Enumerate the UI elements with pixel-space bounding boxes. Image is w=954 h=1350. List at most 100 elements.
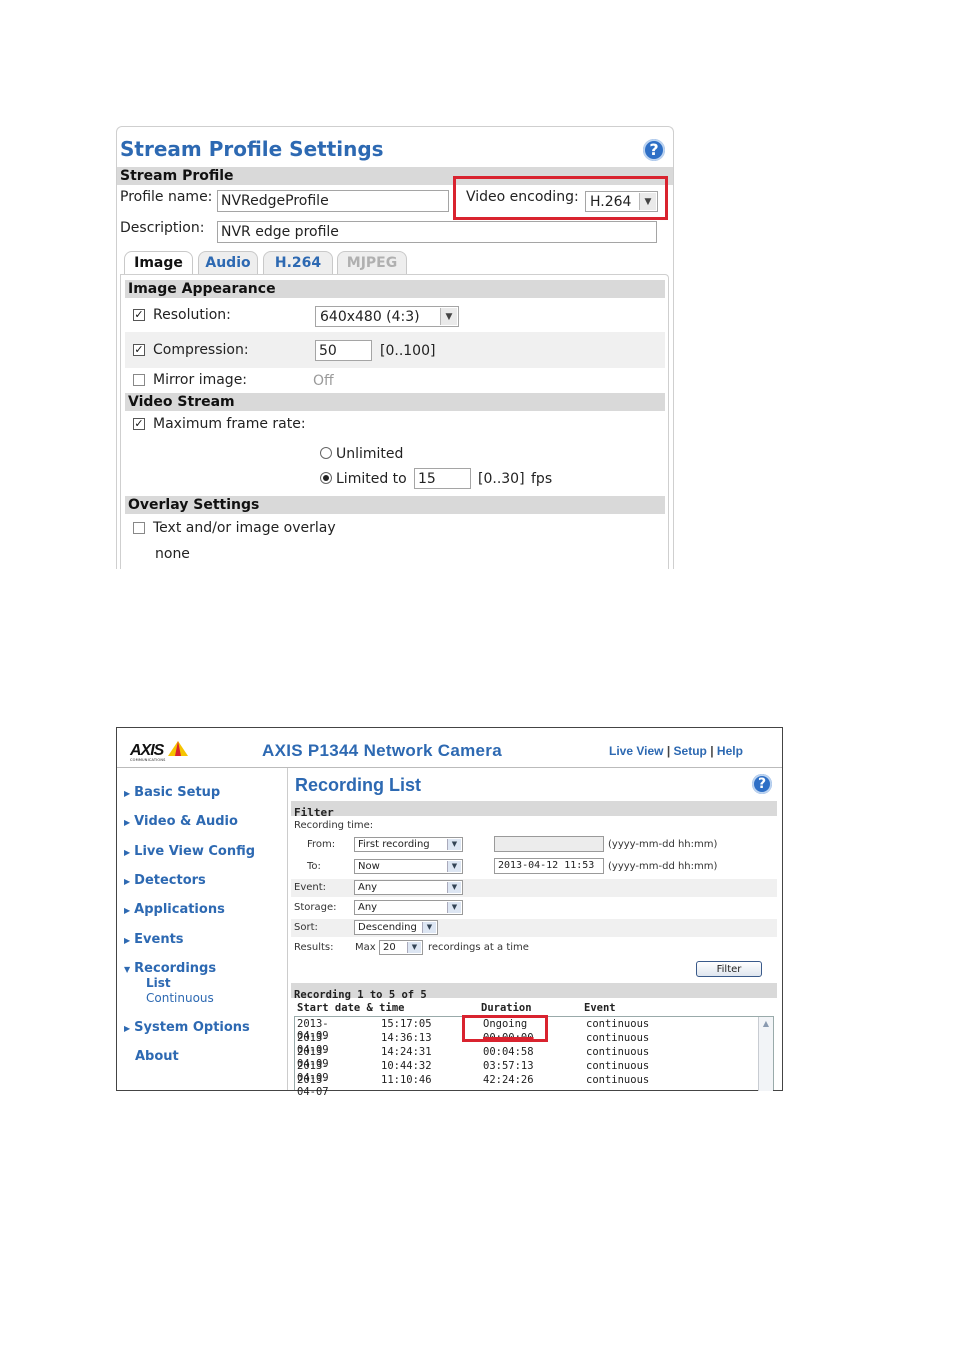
sidebar-item-basic-setup[interactable]: ▶ Basic Setup [124, 785, 220, 800]
to-value: Now [358, 861, 380, 872]
chevron-down-icon: ▼ [447, 902, 461, 913]
unlimited-radio[interactable] [320, 447, 332, 459]
video-encoding-label: Video encoding: [466, 189, 579, 205]
fps-field[interactable]: 15 [414, 468, 471, 489]
mirror-value: Off [313, 373, 334, 389]
sidebar-item-events[interactable]: ▶ Events [124, 932, 184, 947]
sidebar-item-label: Events [134, 932, 184, 947]
from-select[interactable]: First recording ▼ [354, 837, 463, 852]
help-icon[interactable]: ? [752, 774, 772, 794]
results-suffix: recordings at a time [428, 942, 529, 953]
logo-triangle-icon [168, 741, 189, 756]
column-start-date[interactable]: Start date & time [297, 1002, 404, 1014]
section-image-appearance: Image Appearance [125, 280, 665, 298]
profile-name-field[interactable]: NVRedgeProfile [217, 190, 449, 212]
camera-title: AXIS P1344 Network Camera [262, 741, 502, 760]
resolution-value: 640x480 (4:3) [320, 309, 420, 325]
profile-name-label: Profile name: [120, 189, 213, 205]
filter-title: Filter [294, 806, 334, 819]
sidebar-item-label: Video & Audio [134, 814, 238, 829]
mirror-label: Mirror image: [153, 372, 248, 388]
sidebar-item-label: Recordings [134, 961, 217, 976]
overlay-label: Text and/or image overlay [153, 520, 336, 536]
caret-right-icon: ▶ [124, 906, 131, 915]
overlay-checkbox[interactable] [133, 522, 145, 534]
filter-button[interactable]: Filter [696, 961, 762, 977]
limited-label: Limited to [336, 471, 407, 487]
cell-duration: 00:04:58 [483, 1046, 534, 1058]
event-select[interactable]: Any ▼ [354, 880, 463, 895]
tab-image[interactable]: Image [124, 251, 193, 275]
sidebar-item-recordings[interactable]: ▼ Recordings [124, 961, 216, 976]
sidebar-item-video-audio[interactable]: ▶ Video & Audio [124, 814, 238, 829]
cell-event: continuous [586, 1046, 650, 1058]
compression-range: [0..100] [380, 343, 436, 359]
link-separator: | [666, 744, 671, 758]
cell-duration: 03:57:13 [483, 1060, 534, 1072]
caret-right-icon: ▶ [124, 877, 131, 886]
setup-link[interactable]: Setup [674, 744, 707, 758]
sidebar-item-label: Applications [134, 902, 225, 917]
resolution-label: Resolution: [153, 307, 231, 323]
logo-sub: COMMUNICATIONS [130, 758, 166, 762]
sidebar-item-label: System Options [134, 1020, 250, 1035]
page-title: Recording List [295, 775, 422, 795]
resolution-checkbox[interactable]: ✓ [133, 309, 145, 321]
scrollbar[interactable]: ▲ [758, 1017, 773, 1091]
caret-right-icon: ▶ [124, 1024, 131, 1033]
to-date-field[interactable]: 2013-04-12 11:53 [494, 858, 604, 874]
header-divider [117, 767, 782, 768]
section-overlay: Overlay Settings [125, 496, 665, 514]
tab-mjpeg[interactable]: MJPEG [337, 251, 407, 275]
chevron-down-icon: ▼ [639, 193, 656, 210]
section-video-stream: Video Stream [125, 393, 665, 411]
to-select[interactable]: Now ▼ [354, 859, 463, 874]
column-duration[interactable]: Duration [481, 1002, 532, 1014]
storage-label: Storage: [294, 902, 337, 913]
link-separator: | [710, 744, 714, 758]
live-view-link[interactable]: Live View [609, 744, 663, 758]
cell-event: continuous [586, 1018, 650, 1030]
cell-time: 14:24:31 [381, 1046, 432, 1058]
sidebar-item-live-view-config[interactable]: ▶ Live View Config [124, 844, 255, 859]
caret-right-icon: ▶ [124, 789, 131, 798]
sort-select[interactable]: Descending ▼ [354, 920, 438, 935]
storage-select[interactable]: Any ▼ [354, 900, 463, 915]
sort-value: Descending [358, 922, 417, 933]
sidebar-subitem-list[interactable]: List [146, 976, 171, 990]
from-date-field[interactable] [494, 836, 604, 852]
description-label: Description: [120, 220, 205, 236]
axis-logo: AXIS COMMUNICATIONS [130, 740, 189, 762]
sidebar-item-detectors[interactable]: ▶ Detectors [124, 873, 206, 888]
sidebar-divider [287, 768, 288, 1090]
mirror-checkbox[interactable] [133, 374, 145, 386]
list-header-text: Recording 1 to 5 of 5 [294, 989, 427, 1001]
description-field[interactable]: NVR edge profile [217, 221, 657, 243]
results-value: 20 [383, 942, 396, 953]
max-frame-rate-checkbox[interactable]: ✓ [133, 418, 145, 430]
column-event[interactable]: Event [584, 1002, 616, 1014]
caret-right-icon: ▶ [124, 936, 131, 945]
limited-radio[interactable] [320, 472, 332, 484]
chevron-down-icon: ▼ [447, 839, 461, 850]
resolution-select[interactable]: 640x480 (4:3) ▼ [315, 306, 459, 327]
tab-h264[interactable]: H.264 [263, 251, 333, 275]
compression-checkbox[interactable]: ✓ [133, 344, 145, 356]
scroll-up-icon[interactable]: ▲ [759, 1017, 773, 1031]
sidebar-item-applications[interactable]: ▶ Applications [124, 902, 225, 917]
storage-value: Any [358, 902, 378, 913]
sidebar-item-system-options[interactable]: ▶ System Options [124, 1020, 250, 1035]
help-link[interactable]: Help [717, 744, 743, 758]
help-icon[interactable]: ? [643, 139, 665, 161]
date-format-hint: (yyyy-mm-dd hh:mm) [608, 861, 718, 872]
sidebar-subitem-continuous[interactable]: Continuous [146, 991, 214, 1005]
results-select[interactable]: 20 ▼ [379, 940, 423, 955]
filter-header: Filter [291, 801, 777, 819]
sidebar-item-about[interactable]: About [135, 1049, 179, 1064]
tab-audio[interactable]: Audio [198, 251, 258, 275]
video-encoding-value: H.264 [590, 194, 632, 210]
compression-field[interactable]: 50 [315, 340, 372, 361]
video-encoding-select[interactable]: H.264 ▼ [585, 191, 658, 212]
chevron-down-icon: ▼ [407, 942, 421, 953]
cell-date: 2013-04-07 [297, 1074, 329, 1098]
